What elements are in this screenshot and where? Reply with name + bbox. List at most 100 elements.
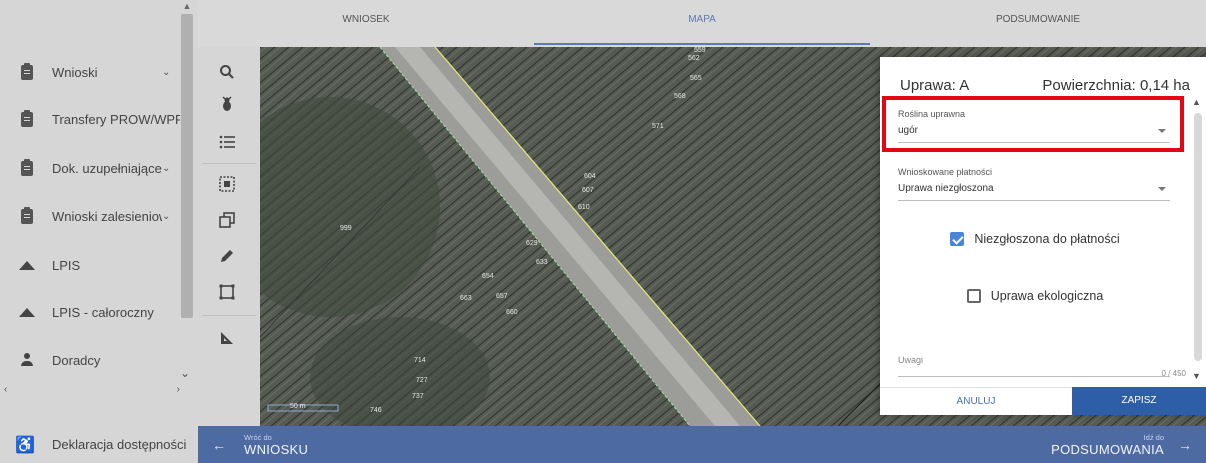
accessibility-icon: ♿ [15,436,35,454]
toolbar-divider [202,315,256,316]
copy-shapes-icon[interactable] [212,207,242,233]
sidebar-item-dok-uzupelniajace[interactable]: Dok. uzupełniające ⌄ [0,146,180,190]
arrow-right-icon: → [1178,436,1192,453]
measure-icon[interactable] [212,325,242,351]
layers-list-icon[interactable] [212,129,242,155]
sidebar-item-label: Transfery PROW/WPR [52,111,180,127]
dropdown-caret-icon [1158,187,1166,191]
terrain-icon [16,260,38,270]
save-button[interactable]: ZAPISZ [1072,387,1206,415]
parcel-label: 727 [416,377,428,384]
sidebar-item-wnioski[interactable]: Wnioski ⌄ [0,50,180,94]
checkbox-not-declared[interactable]: Niezgłoszona do płatności [880,232,1190,246]
arrow-left-icon: ← [212,436,226,453]
parcel-label: 746 [370,407,382,414]
sidebar: ▲ Wnioski ⌄ Transfery PROW/WPR Dok. uzup… [0,0,198,463]
sidebar-scroll-down-icon[interactable]: ⌄ [176,366,194,380]
parcel-label: 660 [506,309,518,316]
back-small-label: Wróć do [244,432,272,442]
cancel-button[interactable]: ANULUJ [880,387,1072,415]
highlight-frame [882,96,1184,152]
back-to-application-button[interactable]: ← Wróć do WNIOSKU [212,426,308,463]
clipboard-icon [16,206,38,224]
parcel-label: 562 [688,55,700,62]
payments-select[interactable]: Wnioskowane płatności Uprawa niezgłoszon… [898,167,1170,201]
top-tabs: WNIOSEK MAPA PODSUMOWANIE [198,0,1206,47]
parcel-label: 737 [412,393,424,400]
parcel-label: 610 [578,204,590,211]
parcel-label: 607 [582,187,594,194]
payments-select-label: Wnioskowane płatności [898,167,993,177]
parcel-label: 714 [414,357,426,364]
next-small-label: Idź do [1143,432,1164,442]
checkbox-not-declared-label: Niezgłoszona do płatności [974,232,1120,246]
sidebar-item-doradcy[interactable]: Doradcy [0,338,180,382]
parcel-label: 629 [526,240,538,247]
parcel-label: 999 [340,225,352,232]
notes-char-counter: 0 / 450 [1161,369,1186,378]
sidebar-item-wnioski-zalesieniowe[interactable]: Wnioski zalesieniowe ⌄ [0,194,180,238]
parcel-label: 604 [584,173,596,180]
sidebar-scrollbar[interactable] [181,14,193,318]
sidebar-item-label: LPIS [52,257,81,273]
frame-icon[interactable] [212,279,242,305]
chevron-down-icon: ⌄ [162,210,171,222]
area-value: Powierzchnia: 0,14 ha [1042,77,1190,94]
panel-header: Uprawa: A Powierzchnia: 0,14 ha [900,77,1190,94]
parcel-label: 559 [694,47,706,54]
parcel-label: 657 [496,293,508,300]
chevron-down-icon: ⌄ [162,162,171,174]
checkbox-unchecked-icon[interactable] [966,289,981,303]
notes-label: Uwagi [898,355,924,365]
terrain-icon [16,307,38,317]
insect-icon[interactable] [212,91,242,117]
sidebar-item-label: Deklaracja dostępności [52,437,187,452]
map-toolbar [198,47,260,426]
scroll-left-icon[interactable]: ‹ [4,384,7,396]
pencil-icon[interactable] [212,243,242,269]
clipboard-icon [16,109,38,127]
clipboard-icon [16,158,38,176]
sidebar-item-label: Wnioski [52,64,98,80]
scrollbar-thumb[interactable] [1194,113,1202,361]
crop-title: Uprawa: A [900,77,970,94]
sidebar-item-deklaracja-dostepnosci[interactable]: ♿ Deklaracja dostępności [0,426,198,463]
parcel-label: 571 [652,123,664,130]
sidebar-item-label: Dok. uzupełniające [52,160,162,176]
parcel-label: 663 [460,295,472,302]
bottom-navigation: ← Wróć do WNIOSKU Idź do PODSUMOWANIA → [198,426,1206,463]
scroll-right-icon[interactable]: › [177,384,180,396]
sidebar-item-transfery[interactable]: Transfery PROW/WPR [0,97,180,141]
parcel-label: 633 [536,259,548,266]
scroll-up-icon[interactable]: ▲ [1192,97,1201,107]
sidebar-item-lpis-caloroczny[interactable]: LPIS - całoroczny [0,290,180,334]
tab-wniosek[interactable]: WNIOSEK [198,0,534,47]
checkbox-checked-icon[interactable] [950,232,965,246]
sidebar-item-label: Wnioski zalesieniowe [52,208,162,224]
clipboard-icon [16,62,38,80]
parcel-label: 565 [690,75,702,82]
scroll-down-icon[interactable]: ▼ [1192,371,1201,381]
toolbar-divider [202,163,256,164]
tab-mapa[interactable]: MAPA [534,0,870,47]
sidebar-item-label: Doradcy [52,352,101,368]
next-big-label: PODSUMOWANIA [1051,441,1164,457]
go-to-summary-button[interactable]: Idź do PODSUMOWANIA → [1051,426,1192,463]
select-area-icon[interactable] [212,171,242,197]
sidebar-scroll-up-icon[interactable]: ▲ [180,0,194,12]
sidebar-item-lpis[interactable]: LPIS [0,243,180,287]
tab-podsumowanie[interactable]: PODSUMOWANIE [870,0,1206,47]
sidebar-horizontal-scrollbar[interactable]: ‹ › [4,384,180,396]
checkbox-organic[interactable]: Uprawa ekologiczna [880,289,1190,303]
parcel-label: 568 [674,93,686,100]
search-icon[interactable] [212,59,242,85]
scale-label: 50 m [290,403,306,410]
sidebar-item-label: LPIS - całoroczny [52,304,154,320]
back-big-label: WNIOSKU [244,441,309,457]
parcel-label: 654 [482,273,494,280]
person-icon [16,353,38,367]
chevron-down-icon: ⌄ [162,66,171,78]
checkbox-organic-label: Uprawa ekologiczna [990,289,1104,303]
panel-scrollbar[interactable]: ▲ ▼ [1192,97,1204,387]
payments-select-value: Uprawa niezgłoszona [898,183,994,194]
